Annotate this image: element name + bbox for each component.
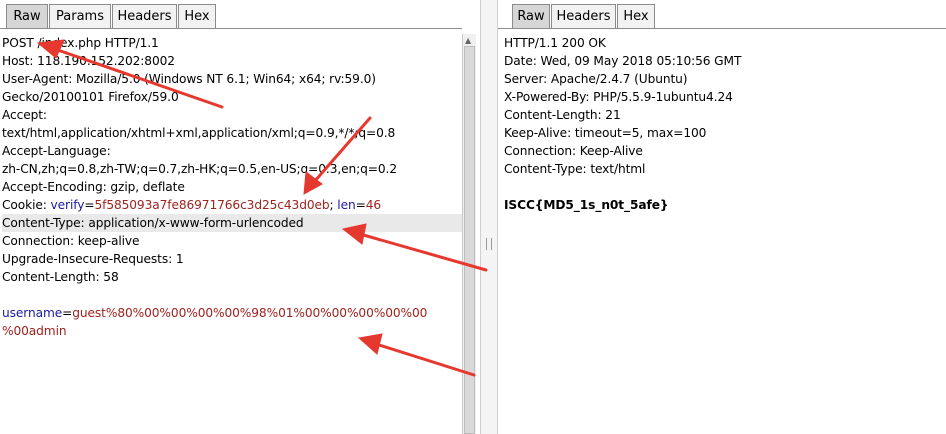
tab-params[interactable]: Params — [49, 4, 111, 28]
header-accept-value: text/html,application/xhtml+xml,applicat… — [2, 126, 396, 140]
request-line: POST /index.php HTTP/1.1 — [2, 36, 159, 50]
request-editor[interactable]: POST /index.php HTTP/1.1 Host: 118.190.1… — [2, 34, 462, 340]
tab-headers[interactable]: Headers — [551, 4, 616, 28]
cookie-label: Cookie: — [2, 198, 51, 212]
header-accept-language-value: zh-CN,zh;q=0.8,zh-TW;q=0.7,zh-HK;q=0.5,e… — [2, 162, 397, 176]
header-content-length: Content-Length: 58 — [2, 270, 119, 284]
header-content-type: Content-Type: application/x-www-form-url… — [2, 214, 462, 232]
header-upgrade-insecure: Upgrade-Insecure-Requests: 1 — [2, 252, 184, 266]
body-param: username=guest%80%00%00%00%00%98%01%00%0… — [2, 304, 462, 322]
header-connection: Connection: Keep-Alive — [504, 144, 643, 158]
header-x-powered-by: X-Powered-By: PHP/5.5.9-1ubuntu4.24 — [504, 90, 733, 104]
response-body-flag: ISCC{MD5_1s_n0t_5afe} — [504, 198, 669, 212]
splitter-grip-icon[interactable] — [486, 238, 492, 250]
tab-hex[interactable]: Hex — [178, 4, 216, 28]
header-accept-encoding: Accept-Encoding: gzip, deflate — [2, 180, 185, 194]
param-key-username: username — [2, 306, 63, 320]
cookie-value-len: 46 — [365, 198, 382, 212]
header-user-agent: User-Agent: Mozilla/5.0 (Windows NT 6.1;… — [2, 72, 376, 86]
param-eq: = — [62, 306, 73, 320]
header-server: Server: Apache/2.4.7 (Ubuntu) — [504, 72, 688, 86]
scroll-up-icon[interactable]: ▲ — [465, 36, 471, 45]
tab-hex[interactable]: Hex — [617, 4, 655, 28]
pane-splitter[interactable] — [480, 0, 498, 434]
body-param-cont: %00admin — [2, 322, 462, 340]
header-accept: Accept: — [2, 108, 47, 122]
tab-raw[interactable]: Raw — [6, 4, 48, 28]
request-scrollbar[interactable]: ▲ — [462, 34, 476, 434]
header-connection: Connection: keep-alive — [2, 234, 140, 248]
header-keep-alive: Keep-Alive: timeout=5, max=100 — [504, 126, 707, 140]
cookie-value-verify: 5f585093a7fe86971766c3d25c43d0eb — [94, 198, 330, 212]
request-tabbar: Raw Params Headers Hex — [0, 0, 462, 34]
header-cookie: Cookie: verify=5f585093a7fe86971766c3d25… — [2, 196, 462, 214]
header-date: Date: Wed, 09 May 2018 05:10:56 GMT — [504, 54, 742, 68]
cookie-key-verify: verify — [50, 198, 85, 212]
header-host: Host: 118.190.152.202:8002 — [2, 54, 175, 68]
status-line: HTTP/1.1 200 OK — [504, 36, 606, 50]
header-content-length: Content-Length: 21 — [504, 108, 621, 122]
tab-divider — [498, 28, 946, 29]
response-tabbar: Raw Headers Hex — [498, 0, 946, 34]
param-value-username: guest%80%00%00%00%00%98%01%00%00%00%00%0… — [72, 306, 428, 320]
cookie-eq: = — [355, 198, 366, 212]
param-value-username-cont: %00admin — [2, 324, 67, 338]
cookie-eq: = — [84, 198, 95, 212]
cookie-key-len: len — [337, 198, 356, 212]
arrow-to-body-icon — [357, 333, 476, 377]
tab-raw[interactable]: Raw — [512, 4, 550, 28]
tab-headers[interactable]: Headers — [112, 4, 177, 28]
header-accept-language: Accept-Language: — [2, 144, 111, 158]
scrollbar-thumb[interactable] — [464, 46, 475, 434]
response-viewer[interactable]: HTTP/1.1 200 OK Date: Wed, 09 May 2018 0… — [504, 34, 944, 214]
header-user-agent-cont: Gecko/20100101 Firefox/59.0 — [2, 90, 179, 104]
tab-divider — [0, 28, 462, 29]
header-content-type: Content-Type: text/html — [504, 162, 646, 176]
